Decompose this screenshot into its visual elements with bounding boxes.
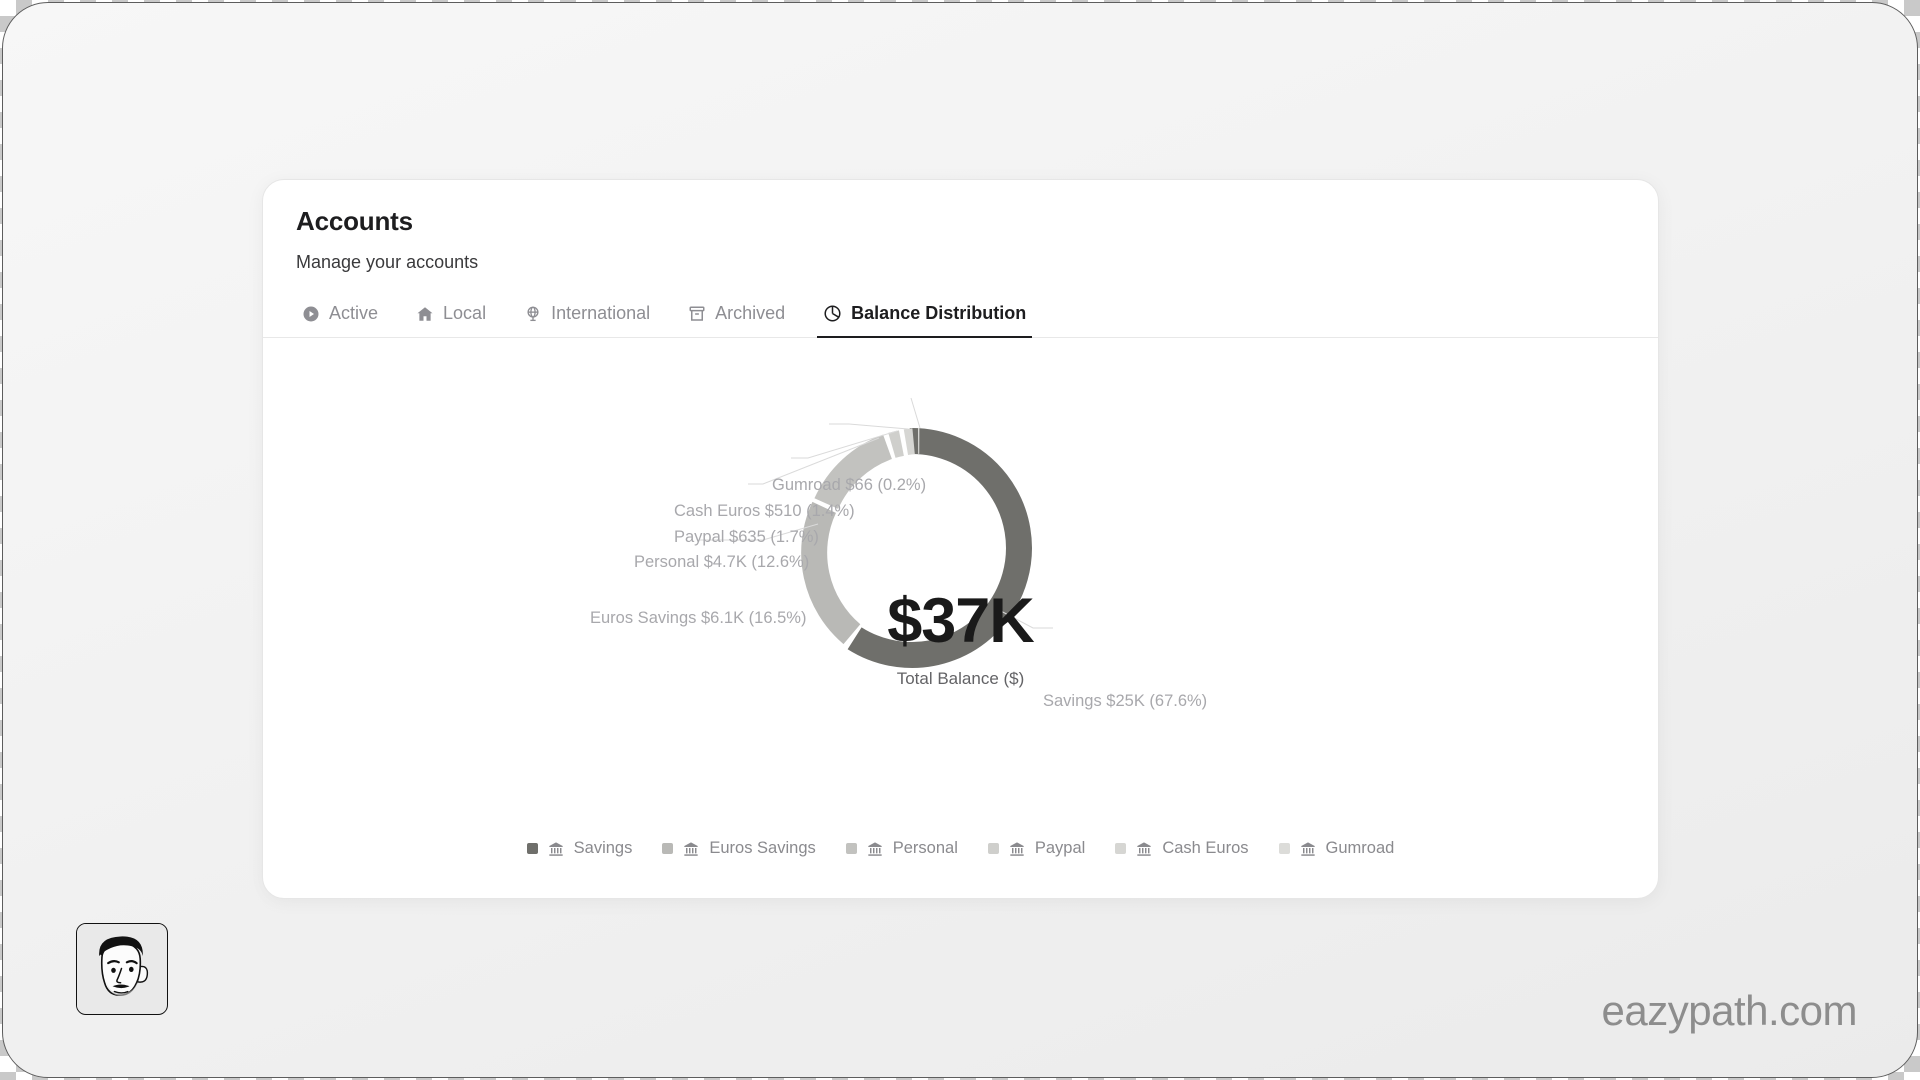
play-circle-icon <box>302 305 320 323</box>
tab-bar: Active Local International Archived Bala… <box>263 297 1658 338</box>
donut-segments <box>801 427 1032 668</box>
legend-swatch <box>987 843 999 854</box>
slice-label-paypal: Paypal $635 (1.7%) <box>674 528 819 546</box>
legend-label: Gumroad <box>1325 839 1395 857</box>
bank-icon <box>1136 841 1152 857</box>
legend-item-personal[interactable]: Personal <box>845 839 958 858</box>
segment-savings <box>847 427 1032 668</box>
card-header: Accounts Manage your accounts <box>263 180 1658 273</box>
legend-swatch <box>845 843 857 854</box>
legend-swatch <box>1115 843 1127 854</box>
pie-chart-icon <box>823 304 842 323</box>
archive-icon <box>689 306 705 321</box>
avatar <box>76 923 168 1015</box>
tab-label: Balance Distribution <box>851 303 1027 323</box>
legend-swatch <box>662 843 674 854</box>
home-icon <box>416 305 434 323</box>
slice-label-personal: Personal $4.7K (12.6%) <box>634 553 810 571</box>
bank-icon <box>1300 841 1316 857</box>
balance-distribution-chart: $37K Total Balance ($) Gumroad $66 (0.2%… <box>263 338 1658 898</box>
legend-label: Savings <box>573 839 633 857</box>
app-window: Accounts Manage your accounts Active Loc… <box>2 2 1918 1078</box>
slice-label-euros-savings: Euros Savings $6.1K (16.5%) <box>590 609 807 627</box>
tab-local[interactable]: Local <box>410 297 492 337</box>
legend-swatch <box>526 843 538 854</box>
segment-euros-savings <box>801 501 861 645</box>
accounts-card: Accounts Manage your accounts Active Loc… <box>262 179 1659 899</box>
chart-legend: Savings Euros Savings Personal Paypal Ca… <box>263 839 1658 858</box>
legend-label: Paypal <box>1034 839 1086 857</box>
legend-swatch <box>1278 843 1290 854</box>
tab-international[interactable]: International <box>518 297 656 337</box>
tab-label: Local <box>443 303 487 323</box>
user-avatar-illustration <box>77 924 166 1013</box>
legend-item-euros-savings[interactable]: Euros Savings <box>662 839 816 858</box>
tab-active[interactable]: Active <box>296 297 384 337</box>
page-title: Accounts <box>296 206 413 236</box>
segment-cash-euros <box>903 428 915 456</box>
bank-icon <box>867 841 883 857</box>
bank-icon <box>1009 841 1025 857</box>
legend-item-savings[interactable]: Savings <box>526 839 633 858</box>
segment-paypal <box>888 430 905 458</box>
tab-archived[interactable]: Archived <box>682 297 791 337</box>
donut-chart-svg <box>700 397 1053 668</box>
legend-item-gumroad[interactable]: Gumroad <box>1278 839 1395 858</box>
tab-label: International <box>551 303 651 323</box>
legend-label: Euros Savings <box>709 839 816 857</box>
legend-label: Personal <box>892 839 958 857</box>
bank-icon <box>683 841 699 857</box>
slice-label-cash-euros: Cash Euros $510 (1.4%) <box>674 502 855 520</box>
bank-icon <box>548 841 564 857</box>
tab-balance-distribution[interactable]: Balance Distribution <box>817 297 1033 338</box>
globe-icon <box>524 305 542 323</box>
tab-label: Active <box>329 303 379 323</box>
watermark: eazypath.com <box>1601 987 1858 1034</box>
tab-label: Archived <box>715 303 786 323</box>
legend-item-paypal[interactable]: Paypal <box>987 839 1086 858</box>
slice-label-savings: Savings $25K (67.6%) <box>1043 692 1208 710</box>
legend-item-cash-euros[interactable]: Cash Euros <box>1115 839 1249 858</box>
legend-label: Cash Euros <box>1162 839 1249 857</box>
slice-label-gumroad: Gumroad $66 (0.2%) <box>772 476 927 494</box>
page-subtitle: Manage your accounts <box>296 252 479 272</box>
